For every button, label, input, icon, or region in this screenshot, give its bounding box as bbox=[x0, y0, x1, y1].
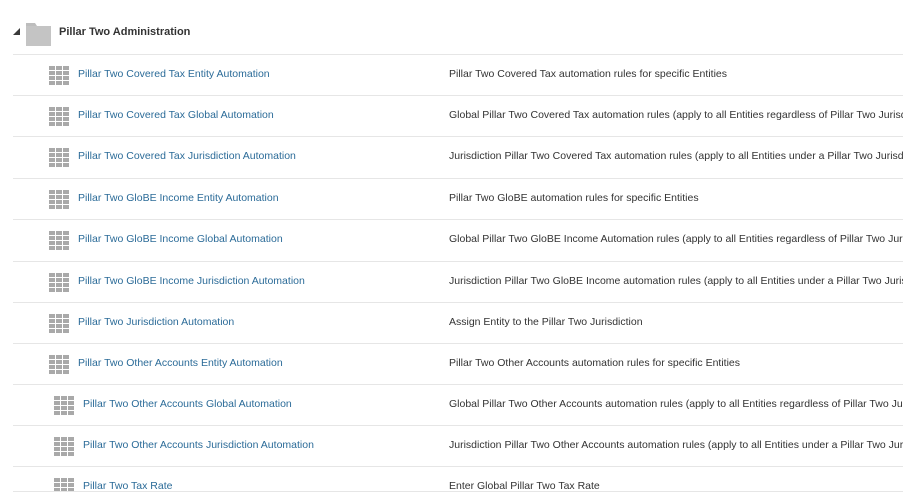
artifact-description: Jurisdiction Pillar Two Other Accounts a… bbox=[449, 439, 903, 451]
list-item[interactable]: Pillar Two Tax Rate Enter Global Pillar T… bbox=[13, 466, 903, 493]
list-item[interactable]: Pillar Two Other Accounts Global Automat… bbox=[13, 384, 903, 425]
form-grid-icon bbox=[54, 437, 74, 456]
artifact-link[interactable]: Pillar Two GloBE Income Global Automatio… bbox=[78, 233, 283, 245]
artifact-link[interactable]: Pillar Two Other Accounts Jurisdiction A… bbox=[83, 439, 314, 451]
artifact-description: Pillar Two Covered Tax automation rules … bbox=[449, 68, 727, 80]
artifact-link[interactable]: Pillar Two GloBE Income Jurisdiction Aut… bbox=[78, 275, 305, 287]
list-item[interactable]: Pillar Two GloBE Income Jurisdiction Aut… bbox=[13, 261, 903, 302]
artifact-link[interactable]: Pillar Two Covered Tax Entity Automation bbox=[78, 68, 270, 80]
list-item[interactable]: Pillar Two Covered Tax Jurisdiction Auto… bbox=[13, 136, 903, 177]
list-item[interactable]: Pillar Two GloBE Income Entity Automatio… bbox=[13, 178, 903, 219]
artifact-link[interactable]: Pillar Two Covered Tax Global Automation bbox=[78, 109, 274, 121]
artifact-link[interactable]: Pillar Two Other Accounts Entity Automat… bbox=[78, 357, 283, 369]
folder-icon bbox=[26, 23, 51, 46]
divider bbox=[13, 491, 903, 492]
list-item[interactable]: Pillar Two Other Accounts Entity Automat… bbox=[13, 343, 903, 384]
form-grid-icon bbox=[49, 314, 69, 333]
section-title: Pillar Two Administration bbox=[59, 26, 191, 38]
list-item[interactable]: Pillar Two Covered Tax Global Automation… bbox=[13, 95, 903, 136]
artifact-description: Jurisdiction Pillar Two GloBE Income aut… bbox=[449, 275, 903, 287]
artifact-description: Global Pillar Two GloBE Income Automatio… bbox=[449, 233, 903, 245]
list-item[interactable]: Pillar Two Jurisdiction Automation Assign… bbox=[13, 302, 903, 343]
form-grid-icon bbox=[49, 148, 69, 167]
artifact-link[interactable]: Pillar Two Covered Tax Jurisdiction Auto… bbox=[78, 150, 296, 162]
artifact-description: Jurisdiction Pillar Two Covered Tax auto… bbox=[449, 150, 903, 162]
section-header[interactable]: Pillar Two Administration bbox=[0, 16, 903, 52]
list-item[interactable]: Pillar Two GloBE Income Global Automatio… bbox=[13, 219, 903, 260]
form-grid-icon bbox=[49, 273, 69, 292]
artifact-description: Global Pillar Two Other Accounts automat… bbox=[449, 398, 903, 410]
artifact-link[interactable]: Pillar Two GloBE Income Entity Automatio… bbox=[78, 192, 279, 204]
artifact-description: Pillar Two Other Accounts automation rul… bbox=[449, 357, 741, 369]
artifact-description: Pillar Two GloBE automation rules for sp… bbox=[449, 192, 699, 204]
artifact-list: Pillar Two Administration Pillar Two Cov… bbox=[0, 0, 903, 493]
form-grid-icon bbox=[49, 107, 69, 126]
form-grid-icon bbox=[49, 190, 69, 209]
artifact-description: Assign Entity to the Pillar Two Jurisdic… bbox=[449, 316, 643, 328]
form-grid-icon bbox=[49, 231, 69, 250]
list-item[interactable]: Pillar Two Other Accounts Jurisdiction A… bbox=[13, 425, 903, 466]
form-grid-icon bbox=[49, 66, 69, 85]
artifact-link[interactable]: Pillar Two Other Accounts Global Automat… bbox=[83, 398, 292, 410]
form-grid-icon bbox=[54, 396, 74, 415]
artifact-link[interactable]: Pillar Two Jurisdiction Automation bbox=[78, 316, 234, 328]
list-item[interactable]: Pillar Two Covered Tax Entity Automation… bbox=[13, 54, 903, 95]
form-grid-icon bbox=[49, 355, 69, 374]
artifact-description: Global Pillar Two Covered Tax automation… bbox=[449, 109, 903, 121]
